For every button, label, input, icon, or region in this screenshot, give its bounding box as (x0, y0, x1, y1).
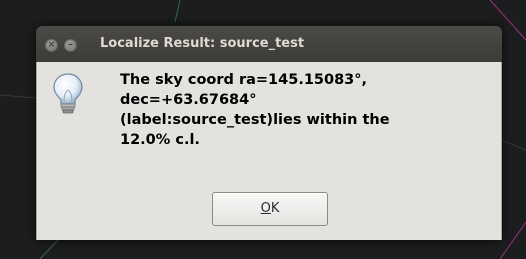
ok-button[interactable]: OK (212, 192, 328, 226)
window-title: Localize Result: source_test (100, 36, 305, 51)
dialog-body: The sky coord ra=145.15083°, dec=+63.676… (36, 62, 502, 240)
localize-result-dialog: × – Localize Result: source_test The sky… (36, 26, 502, 240)
result-message: The sky coord ra=145.15083°, dec=+63.676… (120, 72, 390, 148)
close-icon[interactable]: × (45, 39, 58, 52)
title-bar: × – Localize Result: source_test (36, 26, 502, 62)
lightbulb-info-icon (53, 73, 83, 114)
ok-label: K (270, 201, 280, 216)
ok-mnemonic: O (260, 201, 271, 216)
minimize-icon[interactable]: – (64, 39, 77, 52)
